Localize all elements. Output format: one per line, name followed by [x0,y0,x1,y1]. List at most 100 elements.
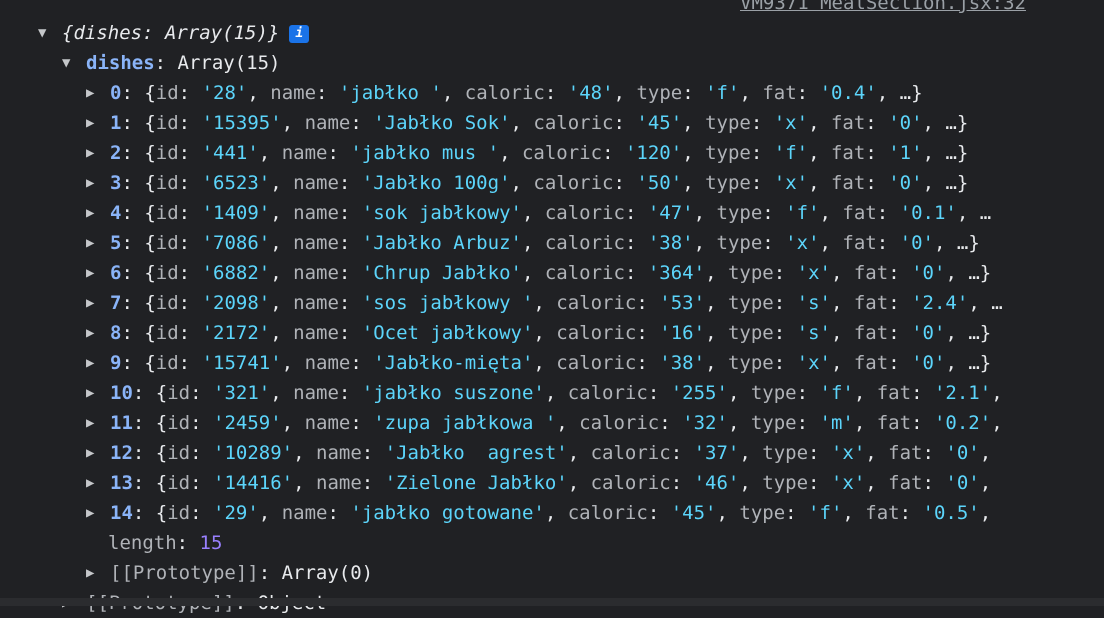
item-fat: 0 [956,472,969,494]
expand-triangle-icon[interactable] [62,48,86,78]
item-index: 7 [110,292,122,314]
item-index: 0 [110,82,122,104]
expand-triangle-icon[interactable] [86,258,110,288]
expand-triangle-icon[interactable] [86,78,110,108]
expand-triangle-icon[interactable] [86,348,110,378]
array-item-row[interactable]: 13: {id: '14416', name: 'Zielone Jabłko'… [86,468,1062,498]
item-type: s [808,292,820,314]
item-caloric: 32 [693,412,717,434]
array-item-row[interactable]: 0: {id: '28', name: 'jabłko ', caloric: … [86,78,1062,108]
item-fat: 0.5 [933,502,969,524]
length-value: 15 [199,532,223,554]
item-tail: , …} [945,262,992,284]
array-item-row[interactable]: 14: {id: '29', name: 'jabłko gotowane', … [86,498,1062,528]
array-item-row[interactable]: 11: {id: '2459', name: 'zupa jabłkowa ',… [86,408,1062,438]
expand-triangle-icon[interactable] [86,228,110,258]
item-name: Jabłko Arbuz [373,232,511,254]
item-fat: 0.2 [945,412,980,434]
item-tail: , …} [934,232,980,254]
item-fat: 0 [922,262,934,284]
expand-triangle-icon[interactable] [86,468,110,498]
prototype-row[interactable]: [[Prototype]]: Array(0) [86,558,373,588]
item-name: jabłko gotowane [361,502,534,524]
source-link[interactable]: VM9371 MealSection.jsx:32 [740,0,1026,14]
array-item-row[interactable]: 4: {id: '1409', name: 'sok jabłkowy', ca… [86,198,1062,228]
item-name: Jabłko 100g [373,172,500,194]
expand-triangle-icon[interactable] [86,558,110,588]
item-fat: 0.1 [911,202,946,224]
item-name: sok jabłkowy [373,202,511,224]
item-type: f [716,82,728,104]
item-name: Ocet jabłkowy [373,322,522,344]
item-caloric: 364 [659,262,694,284]
info-icon[interactable]: i [289,24,310,43]
item-caloric: 46 [705,472,728,494]
array-item-row[interactable]: 10: {id: '321', name: 'jabłko suszone', … [86,378,1062,408]
item-name: jabłko suszone [373,382,534,404]
item-id: 2098 [213,292,259,314]
item-fat: 0.4 [831,82,866,104]
expand-triangle-icon[interactable] [86,318,110,348]
item-id: 29 [224,502,248,524]
item-tail: , [979,442,992,464]
item-caloric: 38 [659,232,683,254]
item-id: 10289 [224,442,282,464]
expand-triangle-icon[interactable] [86,498,110,528]
item-type: x [796,232,809,254]
expand-triangle-icon[interactable] [86,168,110,198]
item-fat: 1 [899,142,912,164]
item-tail: , …} [876,82,923,104]
item-index: 13 [110,472,133,494]
item-fat: 0 [899,112,912,134]
expand-triangle-icon[interactable] [86,378,110,408]
item-caloric: 47 [659,202,683,224]
item-tail: , …} [922,112,969,134]
array-item-row[interactable]: 1: {id: '15395', name: 'Jabłko Sok', cal… [86,108,1062,138]
item-type: f [785,142,797,164]
dishes-type: Array(15) [177,52,281,74]
item-name: Jabłko Sok [384,112,500,134]
dishes-row[interactable]: dishes: Array(15) [62,48,280,78]
dishes-key: dishes [86,52,155,74]
item-index: 12 [110,442,133,464]
array-item-row[interactable]: 3: {id: '6523', name: 'Jabłko 100g', cal… [86,168,1062,198]
item-index: 10 [110,382,133,404]
item-fat: 0 [922,352,934,374]
expand-triangle-icon[interactable] [86,438,110,468]
item-caloric: 50 [647,172,671,194]
item-index: 2 [110,142,122,164]
length-key: length [108,532,177,554]
item-type: f [796,202,809,224]
array-item-row[interactable]: 9: {id: '15741', name: 'Jabłko-mięta', c… [86,348,1062,378]
expand-triangle-icon[interactable] [86,288,110,318]
item-type: m [830,412,843,434]
item-caloric: 120 [636,142,671,164]
item-tail: , …} [945,322,992,344]
array-item-row[interactable]: 12: {id: '10289', name: 'Jabłko agrest',… [86,438,1062,468]
expand-triangle-icon[interactable] [86,198,110,228]
item-id: 441 [213,142,248,164]
array-item-row[interactable]: 7: {id: '2098', name: 'sos jabłkowy ', c… [86,288,1062,318]
array-item-row[interactable]: 6: {id: '6882', name: 'Chrup Jabłko', ca… [86,258,1062,288]
bottom-divider [0,598,1104,606]
array-item-row[interactable]: 2: {id: '441', name: 'jabłko mus ', calo… [86,138,1062,168]
root-object-row[interactable]: {dishes: Array(15)} i [38,18,310,48]
expand-triangle-icon[interactable] [38,18,62,48]
prototype-value: Array(0) [281,562,374,584]
array-item-row[interactable]: 5: {id: '7086', name: 'Jabłko Arbuz', ca… [86,228,1062,258]
item-id: 1409 [213,202,259,224]
length-row: length: 15 [108,532,223,554]
item-index: 4 [110,202,122,224]
item-type: s [808,322,820,344]
item-fat: 0 [956,442,969,464]
item-type: x [785,172,797,194]
item-id: 2172 [213,322,259,344]
expand-triangle-icon[interactable] [86,408,110,438]
item-fat: 0 [899,172,912,194]
item-tail: , … [968,292,1003,314]
item-name: Jabłko agrest [396,442,557,464]
expand-triangle-icon[interactable] [86,138,110,168]
expand-triangle-icon[interactable] [86,108,110,138]
array-item-row[interactable]: 8: {id: '2172', name: 'Ocet jabłkowy', c… [86,318,1062,348]
item-fat: 2.1 [945,382,980,404]
